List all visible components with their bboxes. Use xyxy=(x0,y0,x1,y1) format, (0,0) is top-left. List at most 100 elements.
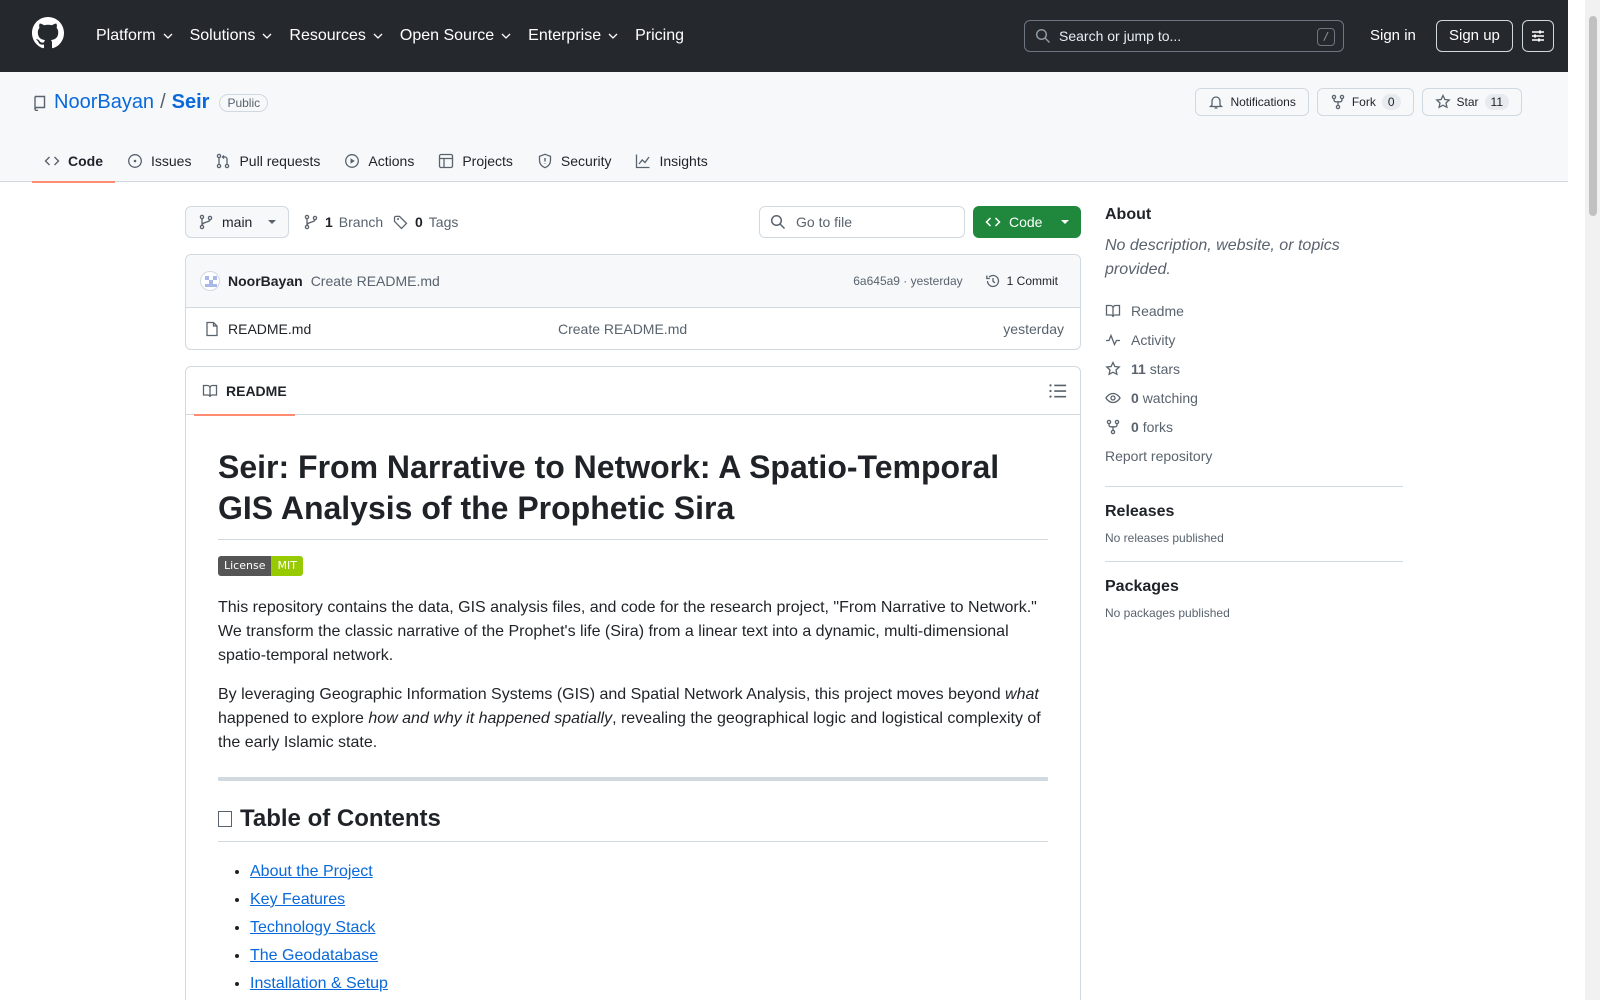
activity-link[interactable]: Activity xyxy=(1105,325,1403,354)
branch-selector-button[interactable]: main xyxy=(185,206,289,238)
appearance-menu-button[interactable] xyxy=(1522,20,1554,52)
star-icon xyxy=(1434,94,1451,109)
code-button-label: Code xyxy=(1009,214,1043,230)
repo-tabs: Code Issues Pull requests Actions Projec… xyxy=(32,140,720,183)
about-description: No description, website, or topics provi… xyxy=(1105,237,1340,278)
stars-label: stars xyxy=(1149,360,1181,377)
nav-label: Resources xyxy=(289,27,366,44)
list-unordered-icon[interactable] xyxy=(1048,381,1068,401)
file-age: yesterday xyxy=(1003,321,1064,337)
tab-issues[interactable]: Issues xyxy=(115,140,203,182)
toc-link[interactable]: Technology Stack xyxy=(250,919,375,936)
pull-request-icon xyxy=(217,153,230,169)
commit-hash-and-time[interactable]: 6a645a9 · yesterday xyxy=(853,274,962,288)
readme-tab[interactable]: README xyxy=(194,367,295,416)
chevron-down-icon xyxy=(501,33,511,39)
nav-label: Pricing xyxy=(635,27,684,44)
tab-insights[interactable]: Insights xyxy=(623,140,719,182)
branch-label: Branch xyxy=(338,214,384,230)
readme-link[interactable]: Readme xyxy=(1105,296,1403,325)
nav-label: Solutions xyxy=(189,27,256,44)
repo-owner-link[interactable]: NoorBayan xyxy=(54,91,154,114)
go-to-file-input[interactable]: Go to file xyxy=(759,206,965,238)
scrollbar-thumb[interactable] xyxy=(1589,16,1597,216)
about-heading: About xyxy=(1105,206,1152,223)
search-icon xyxy=(770,214,786,230)
releases-heading[interactable]: Releases xyxy=(1105,503,1403,521)
latest-commit-row: NoorBayan Create README.md 6a645a9 · yes… xyxy=(186,255,1080,308)
eye-icon xyxy=(1105,392,1121,403)
code-dropdown-button[interactable]: Code xyxy=(973,206,1081,238)
commit-history-link[interactable]: 1 Commit xyxy=(979,273,1064,289)
forks-count: 0 xyxy=(1131,418,1139,435)
repo-name-link[interactable]: Seir xyxy=(172,91,210,114)
nav-open-source[interactable]: Open Source xyxy=(392,20,520,52)
search-placeholder: Search or jump to... xyxy=(1059,28,1182,44)
packages-heading[interactable]: Packages xyxy=(1105,578,1403,596)
readme-link-label: Readme xyxy=(1131,302,1184,319)
branch-name: main xyxy=(222,214,253,230)
star-label: Star xyxy=(1456,95,1479,109)
tag-count: 0 xyxy=(415,214,423,230)
table-row[interactable]: README.md Create README.md yesterday xyxy=(186,308,1080,349)
global-nav: Platform Solutions Resources Open Source… xyxy=(88,0,692,72)
sign-in-link[interactable]: Sign in xyxy=(1358,20,1428,52)
forks-link[interactable]: 0 forks xyxy=(1105,412,1403,441)
file-name-link[interactable]: README.md xyxy=(228,321,558,337)
activity-link-label: Activity xyxy=(1131,331,1176,348)
toc-link[interactable]: About the Project xyxy=(250,863,373,880)
tag-label: Tags xyxy=(428,214,459,230)
repository-header: NoorBayan / Seir Public Notifications Fo… xyxy=(0,72,1568,183)
tab-actions[interactable]: Actions xyxy=(332,140,426,182)
caret-down-icon xyxy=(268,220,276,224)
toc-link[interactable]: The Geodatabase xyxy=(250,947,378,964)
notifications-button[interactable]: Notifications xyxy=(1195,88,1309,116)
stars-link[interactable]: 11 stars xyxy=(1105,354,1403,383)
visibility-badge: Public xyxy=(219,93,269,112)
fork-button[interactable]: Fork 0 xyxy=(1316,88,1414,116)
nav-solutions[interactable]: Solutions xyxy=(182,20,282,52)
branches-link[interactable]: 1 Branch xyxy=(303,206,383,238)
repo-title: NoorBayan / Seir Public xyxy=(32,91,269,114)
global-search-input[interactable]: Search or jump to... / xyxy=(1024,20,1344,52)
report-repository-link[interactable]: Report repository xyxy=(1105,441,1403,470)
watching-count: 0 xyxy=(1131,389,1139,406)
branch-icon xyxy=(199,214,213,230)
list-item: Technology Stack xyxy=(250,916,1048,940)
license-badge[interactable]: License MIT xyxy=(218,556,303,576)
readme-paragraph-intro: This repository contains the data, GIS a… xyxy=(218,599,1037,664)
file-commit-message[interactable]: Create README.md xyxy=(558,321,687,337)
tab-projects[interactable]: Projects xyxy=(426,140,525,182)
toc-link[interactable]: Key Features xyxy=(250,891,345,908)
tab-code[interactable]: Code xyxy=(32,140,115,183)
commit-message[interactable]: Create README.md xyxy=(311,273,440,289)
forks-label: forks xyxy=(1142,418,1174,435)
tags-link[interactable]: 0 Tags xyxy=(393,206,458,238)
license-badge-label: License xyxy=(218,556,272,576)
github-logo-icon[interactable] xyxy=(32,17,64,49)
nav-enterprise[interactable]: Enterprise xyxy=(520,20,627,52)
tab-label: Insights xyxy=(659,153,708,169)
commit-author[interactable]: NoorBayan xyxy=(228,273,303,289)
divider xyxy=(218,777,1048,781)
sign-up-button[interactable]: Sign up xyxy=(1436,20,1513,52)
nav-platform[interactable]: Platform xyxy=(88,20,182,52)
table-icon xyxy=(439,153,454,169)
tab-security[interactable]: Security xyxy=(525,140,624,182)
nav-resources[interactable]: Resources xyxy=(281,20,391,52)
watching-link[interactable]: 0 watching xyxy=(1105,383,1403,412)
history-icon xyxy=(985,274,999,288)
emphasis-text: what xyxy=(1005,686,1039,703)
search-shortcut-hint: / xyxy=(1317,28,1335,46)
nav-label: Enterprise xyxy=(528,27,602,44)
sliders-icon xyxy=(1532,30,1544,42)
shield-icon xyxy=(538,153,552,169)
tab-label: Security xyxy=(560,153,612,169)
avatar[interactable] xyxy=(200,271,220,291)
code-icon xyxy=(44,156,60,166)
star-button[interactable]: Star 11 xyxy=(1421,88,1522,116)
nav-pricing[interactable]: Pricing xyxy=(627,20,692,52)
tab-pull-requests[interactable]: Pull requests xyxy=(203,140,332,182)
bell-icon xyxy=(1209,96,1224,109)
toc-link[interactable]: Installation & Setup xyxy=(250,975,388,992)
